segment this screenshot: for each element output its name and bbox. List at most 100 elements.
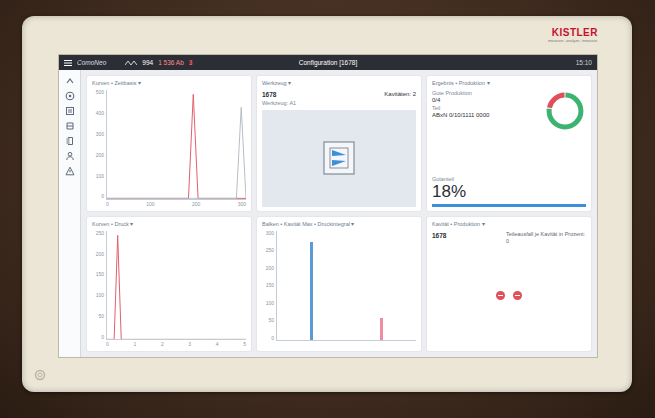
row-label: Teil bbox=[432, 105, 536, 112]
plot-area bbox=[106, 90, 246, 199]
chart-body: 5004003002001000 bbox=[92, 90, 246, 199]
bezel-header: KISTLERmeasure. analyze. innovate. bbox=[58, 16, 598, 54]
cavity-status-dot[interactable] bbox=[496, 291, 505, 300]
app-name: ComoNeo bbox=[77, 58, 106, 68]
progress-track bbox=[432, 204, 586, 207]
mold-cavity bbox=[330, 148, 348, 168]
dashboard-grid: Kurven • Zeitbasis ▾50040030020010000100… bbox=[81, 70, 597, 357]
cavity-count: Kavitäten: 2 bbox=[384, 91, 416, 99]
progress-fill bbox=[432, 204, 586, 207]
bar-chart: 300250200150100500 bbox=[262, 231, 416, 347]
x-axis: 0100200300 bbox=[106, 200, 246, 207]
x-tick: 0 bbox=[106, 201, 109, 207]
process-icon[interactable] bbox=[65, 106, 75, 116]
cavity-status-dot[interactable] bbox=[513, 291, 522, 300]
cycle-detail: 1 536 Ab bbox=[158, 58, 184, 68]
x-tick: 5 bbox=[243, 341, 246, 347]
dashboard-icon[interactable] bbox=[65, 91, 75, 101]
production-rows: Gute Produktion0/4TeilABxN 0/10/1111 000… bbox=[432, 90, 536, 132]
y-axis: 5004003002001000 bbox=[92, 90, 106, 199]
tool-id: 1678 bbox=[262, 90, 276, 100]
plot-canvas bbox=[107, 231, 246, 339]
plot-area bbox=[276, 231, 416, 341]
dashboard-card: Kurven • Druck ▾250200150100500012345 bbox=[87, 217, 251, 352]
menu-line bbox=[64, 62, 72, 63]
x-axis: 012345 bbox=[106, 340, 246, 347]
kistler-logo: KISTLERmeasure. analyze. innovate. bbox=[548, 28, 598, 43]
share-label: Gutanteil bbox=[432, 176, 586, 183]
x-tick: 3 bbox=[188, 341, 191, 347]
production-summary: Gute Produktion0/4TeilABxN 0/10/1111 000… bbox=[432, 90, 586, 132]
device-bezel: KISTLERmeasure. analyze. innovate. ComoN… bbox=[22, 16, 632, 392]
tool-icon[interactable] bbox=[65, 121, 75, 131]
card-title[interactable]: Kavität • Produktion ▾ bbox=[432, 221, 586, 228]
row-value: 0/4 bbox=[432, 97, 536, 105]
card-title[interactable]: Balken • Kavität Max • Druckintegral ▾ bbox=[262, 221, 416, 228]
chart-body: 300250200150100500 bbox=[262, 231, 416, 341]
card-title[interactable]: Ergebnis • Produktion ▾ bbox=[432, 80, 586, 87]
cycle-count: 994 bbox=[142, 58, 153, 68]
dashboard-card: Balken • Kavität Max • Druckintegral ▾ 30… bbox=[257, 217, 421, 352]
card-title[interactable]: Kurven • Druck ▾ bbox=[92, 221, 246, 228]
y-tick: 200 bbox=[266, 266, 274, 271]
y-tick: 0 bbox=[271, 336, 274, 341]
cavity-note: Teileausfall je Kavität in Prozent: 0 bbox=[506, 231, 586, 245]
tool-id: 1678 bbox=[432, 231, 446, 241]
signal-line bbox=[125, 61, 137, 65]
menu-line bbox=[64, 60, 72, 61]
dashboard-card: Werkzeug ▾1678Kavitäten: 2Werkzeug: A1 bbox=[257, 76, 421, 211]
configuration-title[interactable]: Configuration [1678] bbox=[242, 58, 414, 68]
good-share-donut bbox=[544, 90, 586, 132]
screen: ComoNeo 994 1 536 Ab 3 Configuration [1678] 1… bbox=[58, 54, 598, 358]
y-tick: 50 bbox=[268, 318, 274, 323]
chart-bar bbox=[380, 318, 383, 340]
y-tick: 0 bbox=[101, 335, 104, 340]
y-tick: 500 bbox=[96, 90, 104, 95]
brand-tagline: measure. analyze. innovate. bbox=[548, 39, 598, 43]
clock: 15:10 bbox=[420, 58, 592, 68]
chart-bar bbox=[310, 242, 313, 340]
cavity-status-row bbox=[432, 245, 586, 347]
x-tick: 4 bbox=[216, 341, 219, 347]
share-value: 18% bbox=[432, 183, 586, 202]
y-tick: 300 bbox=[96, 132, 104, 137]
card-title[interactable]: Kurven • Zeitbasis ▾ bbox=[92, 80, 246, 87]
y-tick: 300 bbox=[266, 231, 274, 236]
donut-segment bbox=[549, 95, 581, 127]
series-line bbox=[107, 107, 246, 198]
main-area: Kurven • Zeitbasis ▾50040030020010000100… bbox=[59, 70, 597, 357]
mold-icon bbox=[316, 138, 362, 178]
card-title[interactable]: Werkzeug ▾ bbox=[262, 80, 416, 87]
list-icon[interactable] bbox=[65, 136, 75, 146]
warning-icon[interactable] bbox=[65, 166, 75, 176]
topbar-left: ComoNeo9941 536 Ab3 bbox=[64, 58, 236, 68]
spacer bbox=[432, 132, 586, 176]
collapse-icon[interactable] bbox=[65, 76, 75, 86]
line-chart: 50040030020010000100200300 bbox=[92, 90, 246, 206]
x-tick: 1 bbox=[133, 341, 136, 347]
axis-spacer bbox=[262, 341, 416, 347]
menu-line bbox=[64, 65, 72, 66]
dashboard-card: Ergebnis • Produktion ▾ Gute Produktion0/… bbox=[427, 76, 591, 211]
y-axis: 300250200150100500 bbox=[262, 231, 276, 341]
flow-arrow bbox=[332, 150, 346, 156]
plot-canvas bbox=[107, 90, 246, 198]
top-bar: ComoNeo9941 536 Ab3Configuration [1678]1… bbox=[59, 55, 597, 70]
y-tick: 100 bbox=[96, 174, 104, 179]
menu-icon[interactable] bbox=[64, 59, 72, 67]
y-tick: 0 bbox=[101, 194, 104, 199]
y-tick: 100 bbox=[96, 293, 104, 298]
flow-arrow bbox=[332, 160, 346, 166]
bar-group bbox=[277, 231, 416, 340]
user-icon[interactable] bbox=[65, 151, 75, 161]
y-tick: 400 bbox=[96, 111, 104, 116]
y-axis: 250200150100500 bbox=[92, 231, 106, 340]
mold-outline bbox=[324, 142, 354, 174]
y-tick: 250 bbox=[266, 248, 274, 253]
y-tick: 150 bbox=[96, 272, 104, 277]
plot-area bbox=[106, 231, 246, 340]
brand-name: KISTLER bbox=[552, 28, 598, 38]
y-tick: 150 bbox=[266, 283, 274, 288]
line-chart: 250200150100500012345 bbox=[92, 231, 246, 347]
y-tick: 250 bbox=[96, 231, 104, 236]
